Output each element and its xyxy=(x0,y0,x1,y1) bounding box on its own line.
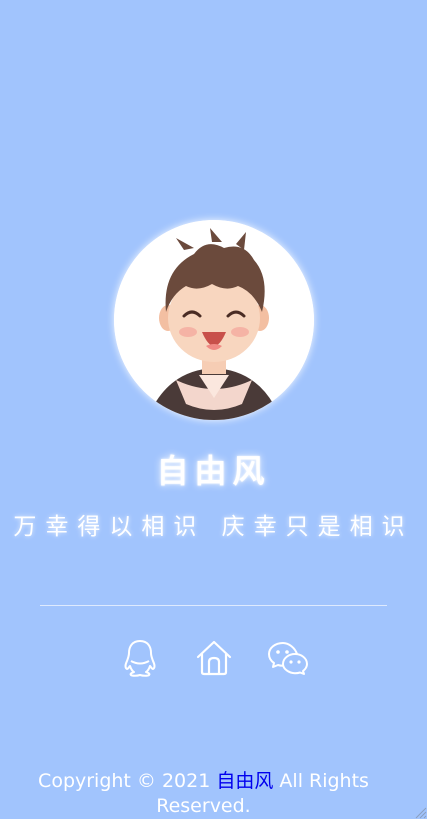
avatar-illustration xyxy=(114,220,314,420)
wechat-icon xyxy=(267,642,308,675)
home-link[interactable] xyxy=(192,636,236,680)
avatar xyxy=(114,220,314,420)
wechat-link[interactable] xyxy=(266,636,310,680)
resize-grip-icon[interactable] xyxy=(413,805,427,819)
profile-motto: 万幸得以相识 庆幸只是相识 xyxy=(13,514,414,540)
social-links xyxy=(0,636,427,680)
qq-icon xyxy=(124,640,155,677)
profile-name: 自由风 xyxy=(156,452,271,490)
footer: Copyright © 2021 自由风 All Rights Reserved… xyxy=(20,769,387,819)
qq-link[interactable] xyxy=(118,636,162,680)
footer-site-link[interactable]: 自由风 xyxy=(216,770,273,792)
divider xyxy=(40,605,387,606)
home-icon xyxy=(196,640,231,676)
footer-copyright-prefix: Copyright © 2021 xyxy=(38,770,217,792)
